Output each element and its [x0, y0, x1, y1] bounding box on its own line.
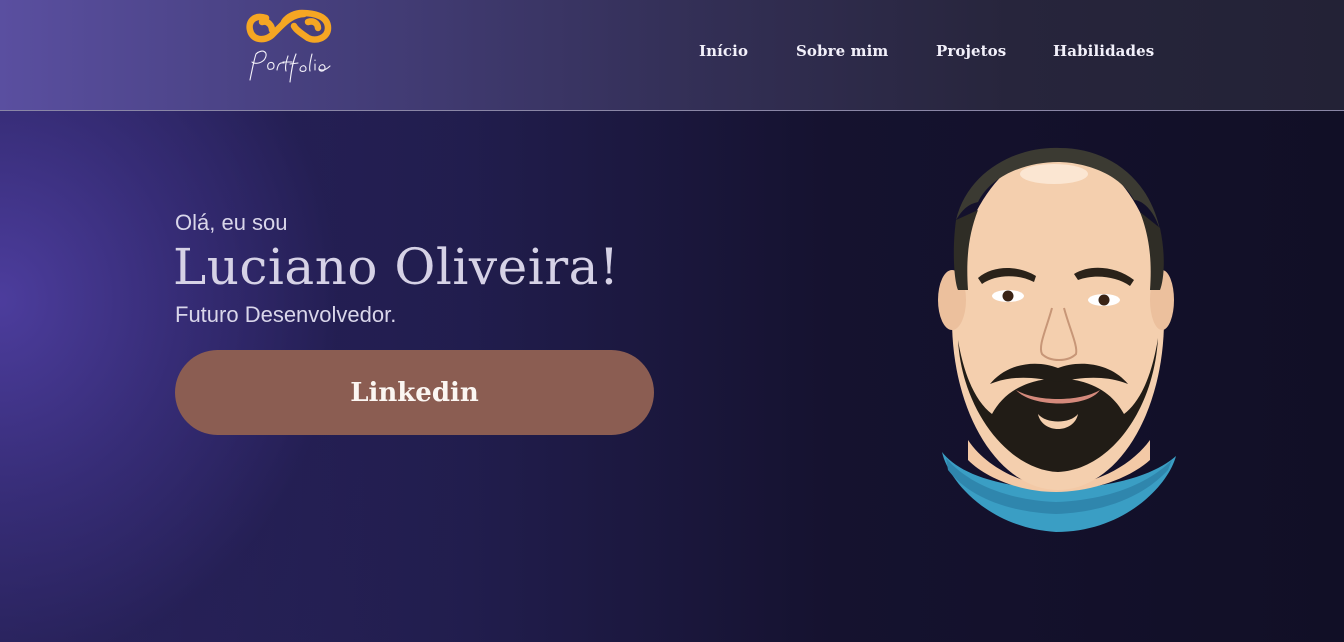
site-header: Início Sobre mim Projetos Habilidades [0, 0, 1344, 111]
cartoon-portrait-image [928, 140, 1190, 540]
nav-item-habilidades[interactable]: Habilidades [1053, 42, 1154, 60]
nav-item-inicio[interactable]: Início [699, 42, 748, 60]
logo-link[interactable] [244, 8, 336, 86]
nav-item-sobre-mim[interactable]: Sobre mim [796, 42, 888, 60]
infinity-logo-icon [246, 9, 332, 83]
portfolio-script-mark [249, 50, 331, 83]
page: Início Sobre mim Projetos Habilidades Ol… [0, 0, 1344, 642]
hero-name: Luciano Oliveira! [173, 238, 620, 296]
hero-role: Futuro Desenvolvedor. [175, 302, 397, 327]
hero-greeting: Olá, eu sou [175, 210, 288, 235]
linkedin-button[interactable]: Linkedin [175, 350, 654, 435]
nav-item-projetos[interactable]: Projetos [936, 42, 1006, 60]
